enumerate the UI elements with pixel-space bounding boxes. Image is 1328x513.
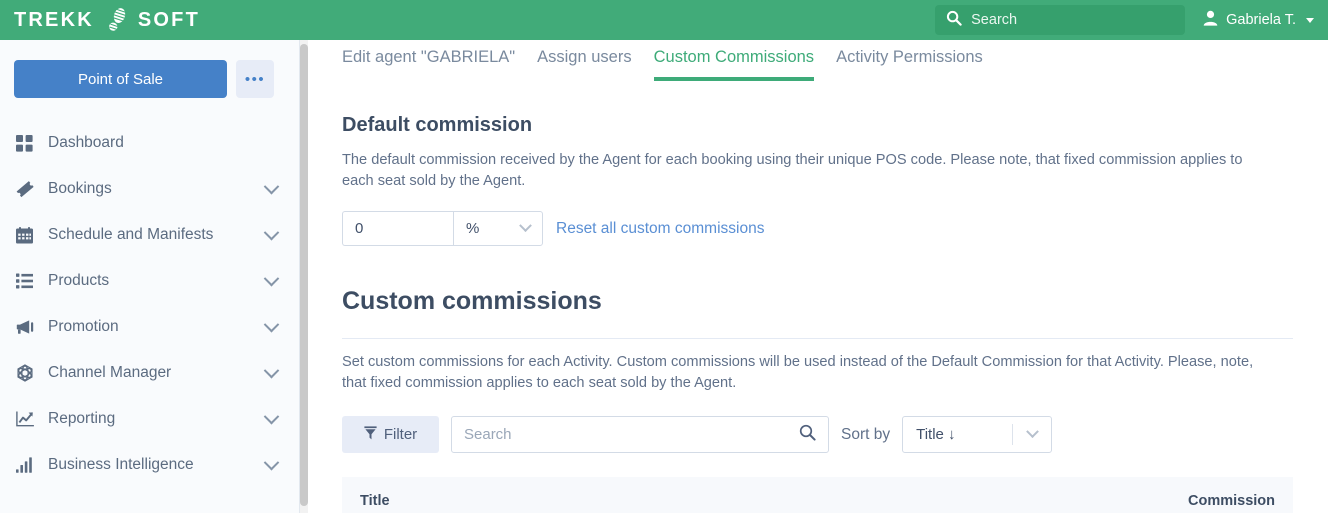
network-globe-icon xyxy=(16,364,38,382)
list-toolbar: Filter Sort by Title ↓ xyxy=(342,416,1328,453)
search-icon xyxy=(946,10,962,30)
sidebar-item-label: Promotion xyxy=(48,318,119,335)
sidebar-item-channel-manager[interactable]: Channel Manager xyxy=(0,350,299,396)
tab-custom-commissions[interactable]: Custom Commissions xyxy=(653,48,815,81)
sidebar-item-promotion[interactable]: Promotion xyxy=(0,304,299,350)
chevron-down-icon xyxy=(263,224,280,240)
sidebar-item-label: Products xyxy=(48,272,110,289)
tab-bar: Edit agent "GABRIELA" Assign users Custo… xyxy=(309,40,1328,81)
chevron-down-icon xyxy=(263,408,280,424)
filter-button[interactable]: Filter xyxy=(342,416,439,453)
sidebar-item-reporting[interactable]: Reporting xyxy=(0,396,299,442)
brand-name-left: TREKK xyxy=(14,8,94,31)
search-icon[interactable] xyxy=(799,424,816,446)
sidebar-nav: Dashboard Bookings Schedule and Manifest… xyxy=(0,120,299,488)
point-of-sale-button[interactable]: Point of Sale xyxy=(14,60,227,98)
column-header-commission: Commission xyxy=(1187,493,1275,509)
ticket-icon xyxy=(16,180,38,198)
chevron-down-icon xyxy=(263,454,280,470)
commission-unit-select[interactable]: % xyxy=(453,211,543,246)
sidebar-item-label: Business Intelligence xyxy=(48,456,194,473)
sidebar-item-bookings[interactable]: Bookings xyxy=(0,166,299,212)
megaphone-icon xyxy=(16,319,38,335)
default-commission-description: The default commission received by the A… xyxy=(342,152,1243,189)
sidebar-item-products[interactable]: Products xyxy=(0,258,299,304)
calendar-icon xyxy=(16,226,38,244)
funnel-icon xyxy=(364,425,377,444)
sidebar-item-label: Schedule and Manifests xyxy=(48,226,214,243)
caret-down-icon xyxy=(1306,17,1314,23)
content-body: Default commission The default commissio… xyxy=(309,114,1328,513)
custom-commissions-title: Custom commissions xyxy=(342,287,602,315)
section-divider xyxy=(342,338,1293,339)
commissions-search-field[interactable] xyxy=(451,416,829,453)
tab-activity-permissions[interactable]: Activity Permissions xyxy=(836,48,983,81)
commission-unit-value: % xyxy=(466,220,480,237)
sidebar-item-label: Bookings xyxy=(48,180,112,197)
main-content: Edit agent "GABRIELA" Assign users Custo… xyxy=(309,40,1328,513)
chevron-down-icon xyxy=(263,270,280,286)
boot-print-icon xyxy=(106,7,128,33)
user-menu[interactable]: Gabriela T. xyxy=(1203,10,1314,30)
sort-by-label: Sort by xyxy=(841,425,891,443)
reset-all-custom-commissions-link[interactable]: Reset all custom commissions xyxy=(556,220,764,238)
commission-amount-group: % xyxy=(342,211,543,246)
column-header-title: Title xyxy=(360,493,390,509)
user-name-label: Gabriela T. xyxy=(1226,12,1296,28)
sidebar-item-label: Dashboard xyxy=(48,134,124,151)
sidebar-item-label: Channel Manager xyxy=(48,364,172,381)
point-of-sale-more-button[interactable]: ••• xyxy=(236,60,274,98)
list-icon xyxy=(16,273,38,289)
grid-dashboard-icon xyxy=(16,134,38,152)
commissions-search-input[interactable] xyxy=(464,426,799,443)
app-logo[interactable]: TREKK SOFT xyxy=(0,0,300,40)
default-commission-title: Default commission xyxy=(342,114,533,136)
commissions-table-header: Title Commission xyxy=(342,477,1293,513)
custom-commissions-description: Set custom commissions for each Activity… xyxy=(342,354,1254,391)
user-avatar-icon xyxy=(1203,10,1218,30)
sidebar-item-business-intelligence[interactable]: Business Intelligence xyxy=(0,442,299,488)
caret-down-icon xyxy=(519,219,532,233)
tab-assign-users[interactable]: Assign users xyxy=(537,48,631,81)
sidebar-item-dashboard[interactable]: Dashboard xyxy=(0,120,299,166)
filter-button-label: Filter xyxy=(383,426,418,443)
chevron-down-icon xyxy=(263,316,280,332)
sort-by-value: Title ↓ xyxy=(916,426,956,443)
tab-edit-agent[interactable]: Edit agent "GABRIELA" xyxy=(342,48,515,81)
global-search-placeholder: Search xyxy=(971,12,1018,28)
chevron-down-icon xyxy=(263,178,280,194)
caret-down-icon xyxy=(1013,425,1051,439)
commission-amount-input[interactable] xyxy=(342,211,453,246)
line-chart-icon xyxy=(16,411,38,427)
chevron-down-icon xyxy=(263,362,280,378)
sort-by-select[interactable]: Title ↓ xyxy=(902,416,1053,453)
sidebar-item-schedule-and-manifests[interactable]: Schedule and Manifests xyxy=(0,212,299,258)
top-bar-right: Search Gabriela T. xyxy=(935,5,1328,35)
sidebar: Point of Sale ••• Dashboard Bookings Sch… xyxy=(0,40,300,513)
sidebar-scrollbar-thumb[interactable] xyxy=(300,44,308,506)
brand-name-right: SOFT xyxy=(137,8,201,31)
point-of-sale-row: Point of Sale ••• xyxy=(0,40,299,98)
global-search-box[interactable]: Search xyxy=(935,5,1186,35)
top-bar: TREKK SOFT Search Gabriela T. xyxy=(0,0,1328,40)
default-commission-row: % Reset all custom commissions xyxy=(342,211,1328,246)
bar-chart-icon xyxy=(16,457,38,473)
sidebar-item-label: Reporting xyxy=(48,410,116,427)
